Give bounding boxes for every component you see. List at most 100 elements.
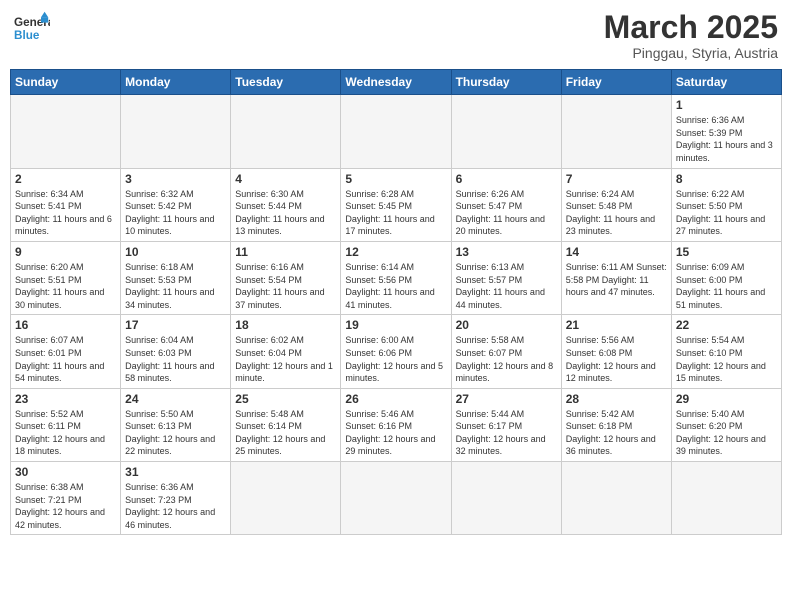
calendar-cell: 24 Sunrise: 5:50 AM Sunset: 6:13 PM Dayli… [121,388,231,461]
calendar-table: SundayMondayTuesdayWednesdayThursdayFrid… [10,69,782,535]
day-info: Sunrise: 5:56 AM Sunset: 6:08 PM Dayligh… [566,334,667,384]
day-number: 1 [676,98,777,112]
day-number: 9 [15,245,116,259]
header: General Blue March 2025 Pinggau, Styria,… [10,10,782,61]
weekday-header-thursday: Thursday [451,70,561,95]
day-info: Sunrise: 6:13 AM Sunset: 5:57 PM Dayligh… [456,261,557,311]
weekday-header-tuesday: Tuesday [231,70,341,95]
calendar-cell: 7 Sunrise: 6:24 AM Sunset: 5:48 PM Daylig… [561,168,671,241]
calendar-cell: 11 Sunrise: 6:16 AM Sunset: 5:54 PM Dayli… [231,241,341,314]
day-number: 29 [676,392,777,406]
calendar-cell [341,462,451,535]
calendar-cell: 30 Sunrise: 6:38 AM Sunset: 7:21 PM Dayli… [11,462,121,535]
day-info: Sunrise: 5:46 AM Sunset: 6:16 PM Dayligh… [345,408,446,458]
calendar-cell: 25 Sunrise: 5:48 AM Sunset: 6:14 PM Dayli… [231,388,341,461]
calendar-week-0: 1 Sunrise: 6:36 AM Sunset: 5:39 PM Daylig… [11,95,782,168]
calendar-cell: 26 Sunrise: 5:46 AM Sunset: 6:16 PM Dayli… [341,388,451,461]
day-number: 17 [125,318,226,332]
day-info: Sunrise: 6:32 AM Sunset: 5:42 PM Dayligh… [125,188,226,238]
day-info: Sunrise: 6:09 AM Sunset: 6:00 PM Dayligh… [676,261,777,311]
calendar-cell: 5 Sunrise: 6:28 AM Sunset: 5:45 PM Daylig… [341,168,451,241]
day-info: Sunrise: 5:48 AM Sunset: 6:14 PM Dayligh… [235,408,336,458]
calendar-cell: 22Sunrise: 5:54 AM Sunset: 6:10 PM Dayli… [671,315,781,388]
day-info: Sunrise: 6:07 AM Sunset: 6:01 PM Dayligh… [15,334,116,384]
day-info: Sunrise: 6:36 AM Sunset: 5:39 PM Dayligh… [676,114,777,164]
day-info: Sunrise: 6:16 AM Sunset: 5:54 PM Dayligh… [235,261,336,311]
day-info: Sunrise: 6:36 AM Sunset: 7:23 PM Dayligh… [125,481,226,531]
calendar-cell: 23 Sunrise: 5:52 AM Sunset: 6:11 PM Dayli… [11,388,121,461]
calendar-cell [121,95,231,168]
day-info: Sunrise: 6:11 AM Sunset: 5:58 PM Dayligh… [566,261,667,299]
day-number: 10 [125,245,226,259]
day-number: 2 [15,172,116,186]
location: Pinggau, Styria, Austria [604,45,778,61]
calendar-cell: 13 Sunrise: 6:13 AM Sunset: 5:57 PM Dayli… [451,241,561,314]
day-number: 25 [235,392,336,406]
day-number: 8 [676,172,777,186]
day-info: Sunrise: 6:38 AM Sunset: 7:21 PM Dayligh… [15,481,116,531]
calendar-cell [11,95,121,168]
calendar-cell: 8 Sunrise: 6:22 AM Sunset: 5:50 PM Daylig… [671,168,781,241]
calendar-cell [451,95,561,168]
day-number: 21 [566,318,667,332]
calendar-cell: 18 Sunrise: 6:02 AM Sunset: 6:04 PM Dayli… [231,315,341,388]
calendar-cell: 27Sunrise: 5:44 AM Sunset: 6:17 PM Dayli… [451,388,561,461]
calendar-cell: 28 Sunrise: 5:42 AM Sunset: 6:18 PM Dayli… [561,388,671,461]
calendar-cell: 6Sunrise: 6:26 AM Sunset: 5:47 PM Daylig… [451,168,561,241]
calendar-cell: 4 Sunrise: 6:30 AM Sunset: 5:44 PM Daylig… [231,168,341,241]
day-number: 26 [345,392,446,406]
calendar-cell: 1 Sunrise: 6:36 AM Sunset: 5:39 PM Daylig… [671,95,781,168]
svg-text:Blue: Blue [14,29,40,42]
day-number: 19 [345,318,446,332]
day-info: Sunrise: 6:22 AM Sunset: 5:50 PM Dayligh… [676,188,777,238]
page: General Blue March 2025 Pinggau, Styria,… [0,0,792,612]
day-number: 24 [125,392,226,406]
day-number: 28 [566,392,667,406]
day-number: 31 [125,465,226,479]
day-info: Sunrise: 5:40 AM Sunset: 6:20 PM Dayligh… [676,408,777,458]
day-number: 13 [456,245,557,259]
day-number: 18 [235,318,336,332]
day-info: Sunrise: 6:02 AM Sunset: 6:04 PM Dayligh… [235,334,336,384]
calendar-cell: 29 Sunrise: 5:40 AM Sunset: 6:20 PM Dayli… [671,388,781,461]
day-number: 30 [15,465,116,479]
calendar-cell: 17 Sunrise: 6:04 AM Sunset: 6:03 PM Dayli… [121,315,231,388]
day-info: Sunrise: 5:52 AM Sunset: 6:11 PM Dayligh… [15,408,116,458]
day-number: 11 [235,245,336,259]
day-number: 14 [566,245,667,259]
calendar-week-1: 2Sunrise: 6:34 AM Sunset: 5:41 PM Daylig… [11,168,782,241]
day-info: Sunrise: 5:50 AM Sunset: 6:13 PM Dayligh… [125,408,226,458]
day-info: Sunrise: 6:00 AM Sunset: 6:06 PM Dayligh… [345,334,446,384]
calendar-week-4: 23 Sunrise: 5:52 AM Sunset: 6:11 PM Dayli… [11,388,782,461]
calendar-cell: 19 Sunrise: 6:00 AM Sunset: 6:06 PM Dayli… [341,315,451,388]
day-number: 4 [235,172,336,186]
calendar-cell [561,462,671,535]
calendar-cell [231,95,341,168]
day-info: Sunrise: 6:24 AM Sunset: 5:48 PM Dayligh… [566,188,667,238]
weekday-header-sunday: Sunday [11,70,121,95]
calendar-cell: 9Sunrise: 6:20 AM Sunset: 5:51 PM Daylig… [11,241,121,314]
generalblue-logo-icon: General Blue [14,10,50,46]
day-number: 7 [566,172,667,186]
day-number: 16 [15,318,116,332]
calendar-cell: 14 Sunrise: 6:11 AM Sunset: 5:58 PM Dayli… [561,241,671,314]
day-number: 27 [456,392,557,406]
day-number: 23 [15,392,116,406]
day-number: 5 [345,172,446,186]
day-number: 12 [345,245,446,259]
calendar-week-5: 30 Sunrise: 6:38 AM Sunset: 7:21 PM Dayli… [11,462,782,535]
day-info: Sunrise: 6:04 AM Sunset: 6:03 PM Dayligh… [125,334,226,384]
calendar-cell: 20Sunrise: 5:58 AM Sunset: 6:07 PM Dayli… [451,315,561,388]
day-info: Sunrise: 5:42 AM Sunset: 6:18 PM Dayligh… [566,408,667,458]
day-number: 20 [456,318,557,332]
calendar-cell [341,95,451,168]
weekday-header-row: SundayMondayTuesdayWednesdayThursdayFrid… [11,70,782,95]
day-info: Sunrise: 6:18 AM Sunset: 5:53 PM Dayligh… [125,261,226,311]
day-info: Sunrise: 6:30 AM Sunset: 5:44 PM Dayligh… [235,188,336,238]
calendar-cell [561,95,671,168]
calendar-cell: 21 Sunrise: 5:56 AM Sunset: 6:08 PM Dayli… [561,315,671,388]
calendar-cell: 15Sunrise: 6:09 AM Sunset: 6:00 PM Dayli… [671,241,781,314]
logo: General Blue [14,10,50,46]
weekday-header-monday: Monday [121,70,231,95]
day-info: Sunrise: 6:28 AM Sunset: 5:45 PM Dayligh… [345,188,446,238]
